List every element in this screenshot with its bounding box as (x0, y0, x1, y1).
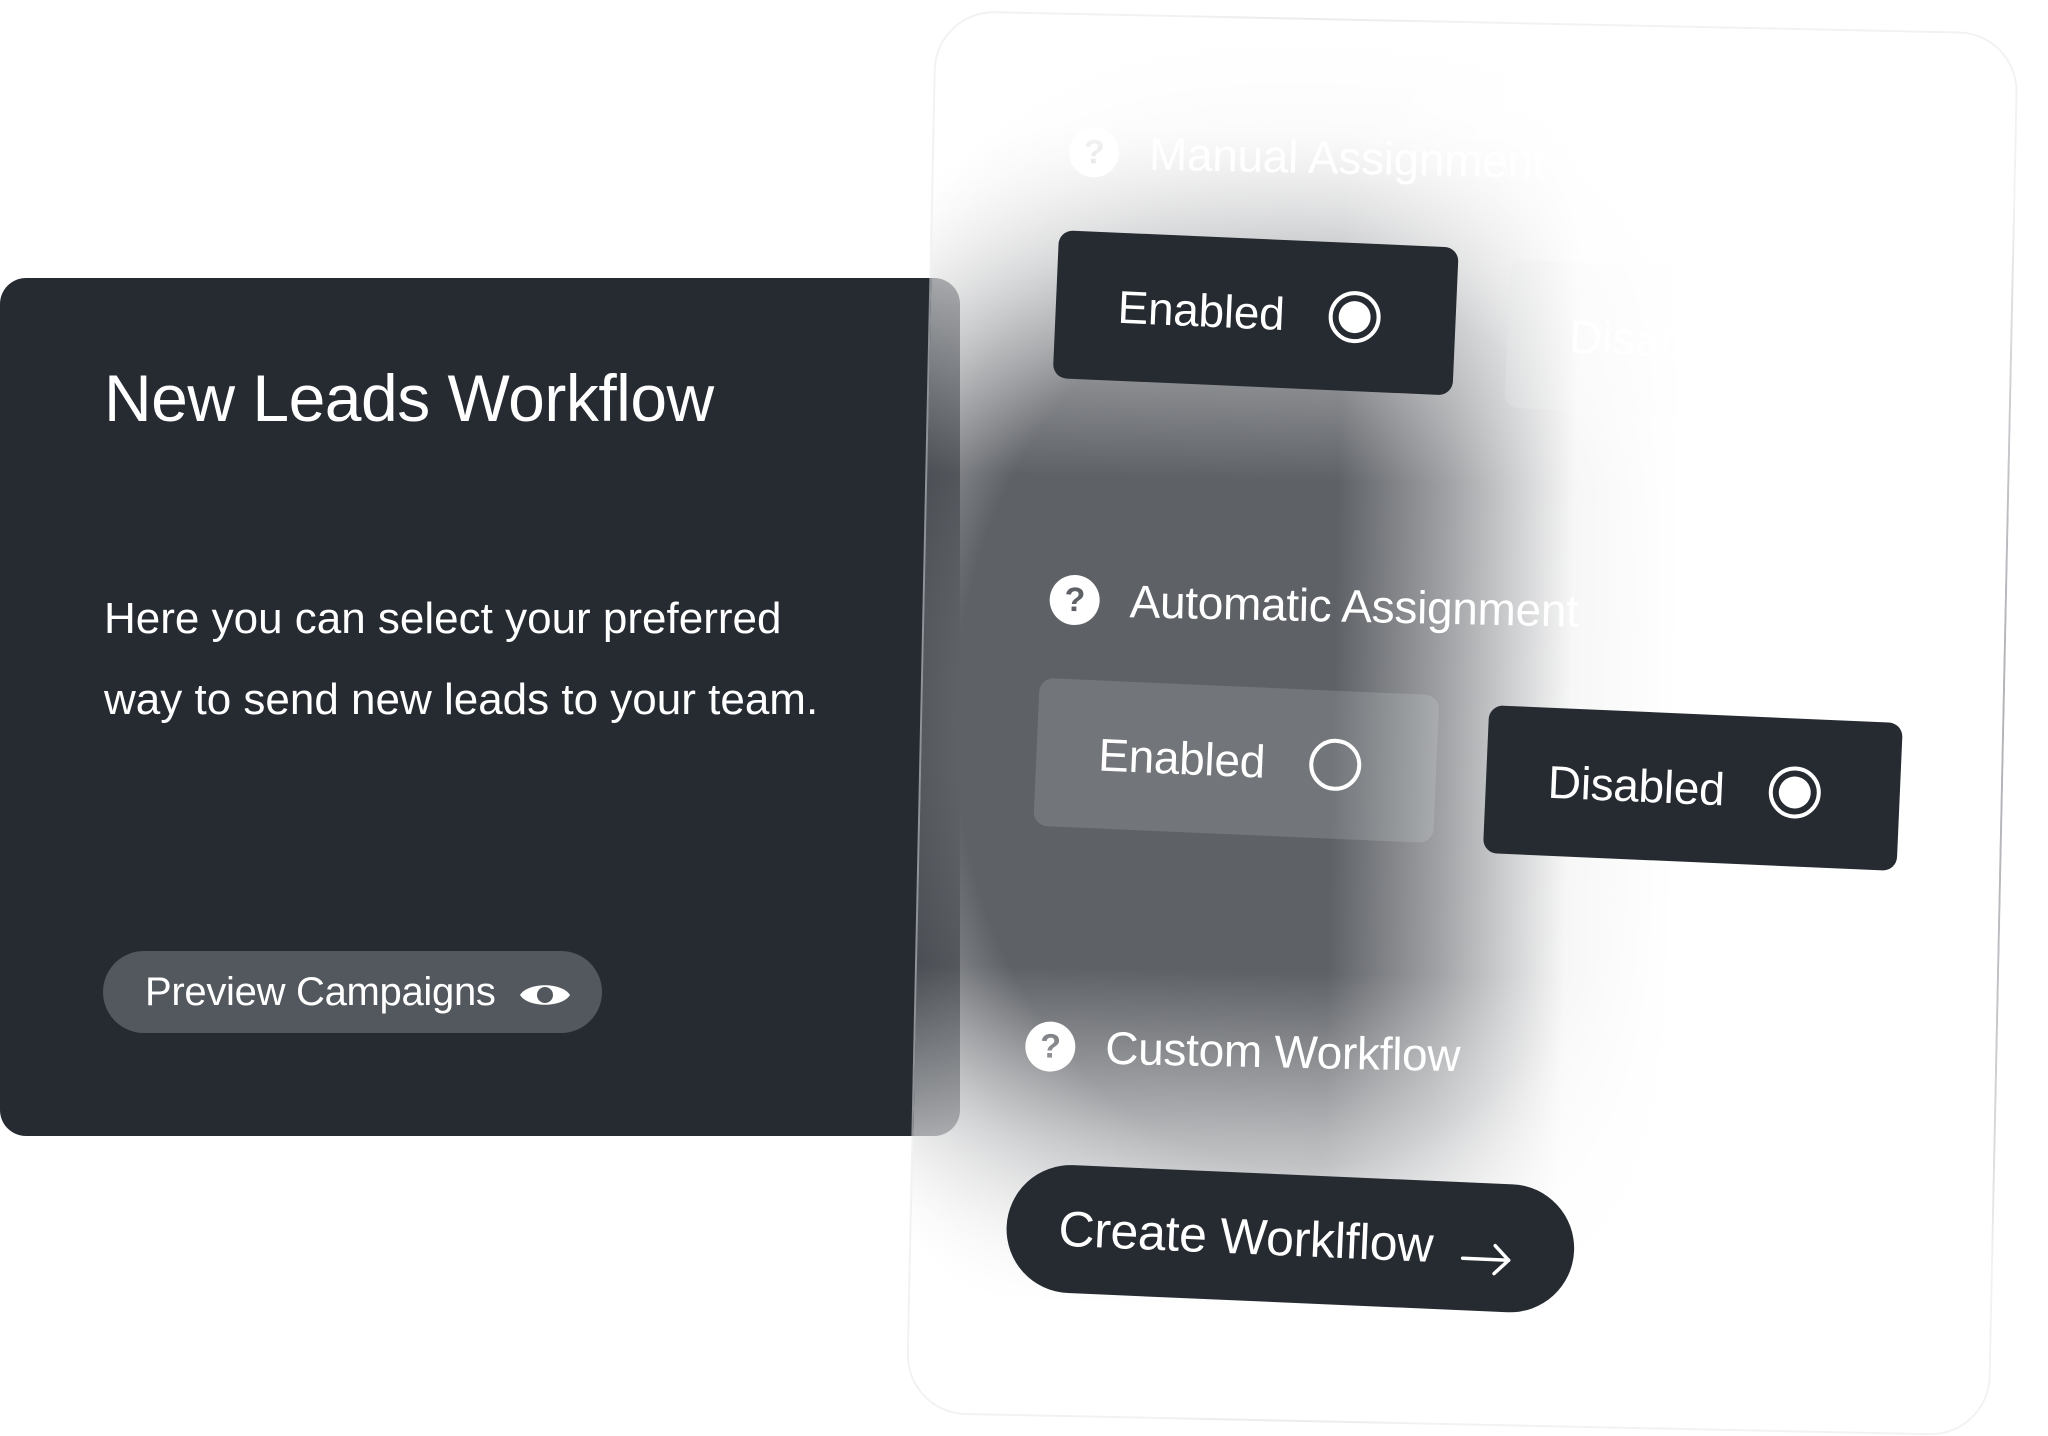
option-label: Disabled (1546, 755, 1726, 816)
preview-campaigns-label: Preview Campaigns (145, 969, 496, 1014)
section-manual-assignment: ? Manual Assignment (1068, 125, 1546, 189)
radio-unselected-icon[interactable] (1307, 737, 1363, 792)
preview-campaigns-button[interactable]: Preview Campaigns (103, 951, 602, 1033)
eye-icon (518, 976, 572, 1008)
card-title: New Leads Workflow (104, 361, 714, 435)
radio-unselected-icon[interactable] (1788, 319, 1843, 375)
option-label: Disabled (1568, 310, 1747, 370)
automatic-disabled-option[interactable]: Disabled (1482, 705, 1903, 872)
option-label: Enabled (1097, 728, 1267, 788)
card-description: Here you can select your preferred way t… (104, 594, 819, 724)
section-title: Manual Assignment (1148, 127, 1546, 188)
arrow-right-icon (1460, 1229, 1513, 1276)
automatic-enabled-option[interactable]: Enabled (1033, 677, 1440, 844)
question-circle-icon[interactable]: ? (1068, 126, 1120, 178)
option-label: Enabled (1116, 280, 1286, 341)
question-circle-icon[interactable]: ? (1049, 574, 1101, 626)
section-title: Custom Workflow (1104, 1021, 1461, 1082)
section-custom-workflow: ? Custom Workflow (1024, 1019, 1461, 1082)
question-circle-icon[interactable]: ? (1024, 1021, 1076, 1073)
manual-enabled-option[interactable]: Enabled (1052, 230, 1459, 396)
create-workflow-label: Create Worklflow (1057, 1200, 1435, 1273)
radio-selected-icon[interactable] (1327, 289, 1382, 345)
manual-disabled-option[interactable]: Disabled (1504, 259, 1911, 425)
assignment-settings-panel: ? Manual Assignment Enabled Disabled ? A… (905, 10, 2019, 1436)
radio-selected-icon[interactable] (1767, 765, 1822, 820)
section-title: Automatic Assignment (1129, 575, 1580, 637)
create-workflow-button[interactable]: Create Worklflow (1003, 1162, 1577, 1316)
section-automatic-assignment: ? Automatic Assignment (1049, 573, 1579, 638)
